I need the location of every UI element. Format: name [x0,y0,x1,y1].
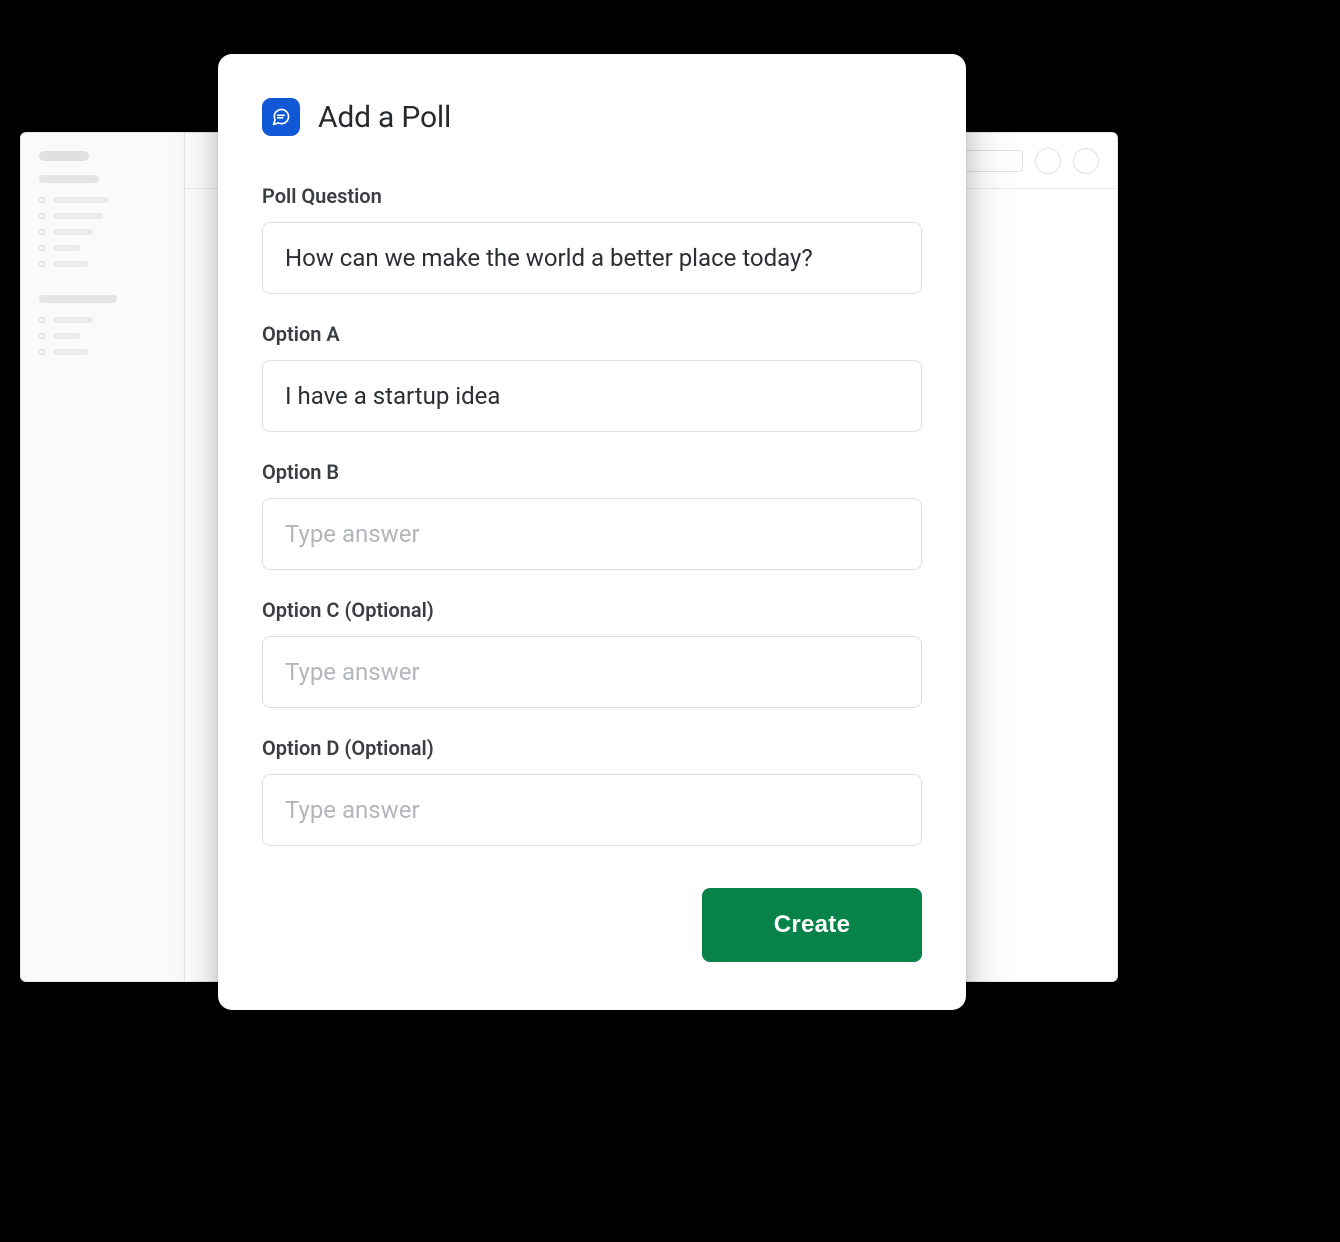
option-c-label: Option C (Optional) [262,598,922,622]
option-a-input[interactable] [262,360,922,432]
option-c-group: Option C (Optional) [262,598,922,708]
add-poll-modal: Add a Poll Poll Question Option A Option… [218,54,966,1010]
option-d-input[interactable] [262,774,922,846]
option-b-group: Option B [262,460,922,570]
option-b-input[interactable] [262,498,922,570]
option-a-group: Option A [262,322,922,432]
modal-footer: Create [262,888,922,962]
poll-question-group: Poll Question [262,184,922,294]
option-d-group: Option D (Optional) [262,736,922,846]
option-d-label: Option D (Optional) [262,736,922,760]
option-a-label: Option A [262,322,922,346]
background-sidebar [20,132,185,982]
create-button[interactable]: Create [702,888,922,962]
option-c-input[interactable] [262,636,922,708]
poll-question-label: Poll Question [262,184,922,208]
poll-icon [262,98,300,136]
modal-title: Add a Poll [318,100,451,135]
modal-header: Add a Poll [262,98,922,136]
option-b-label: Option B [262,460,922,484]
poll-question-input[interactable] [262,222,922,294]
